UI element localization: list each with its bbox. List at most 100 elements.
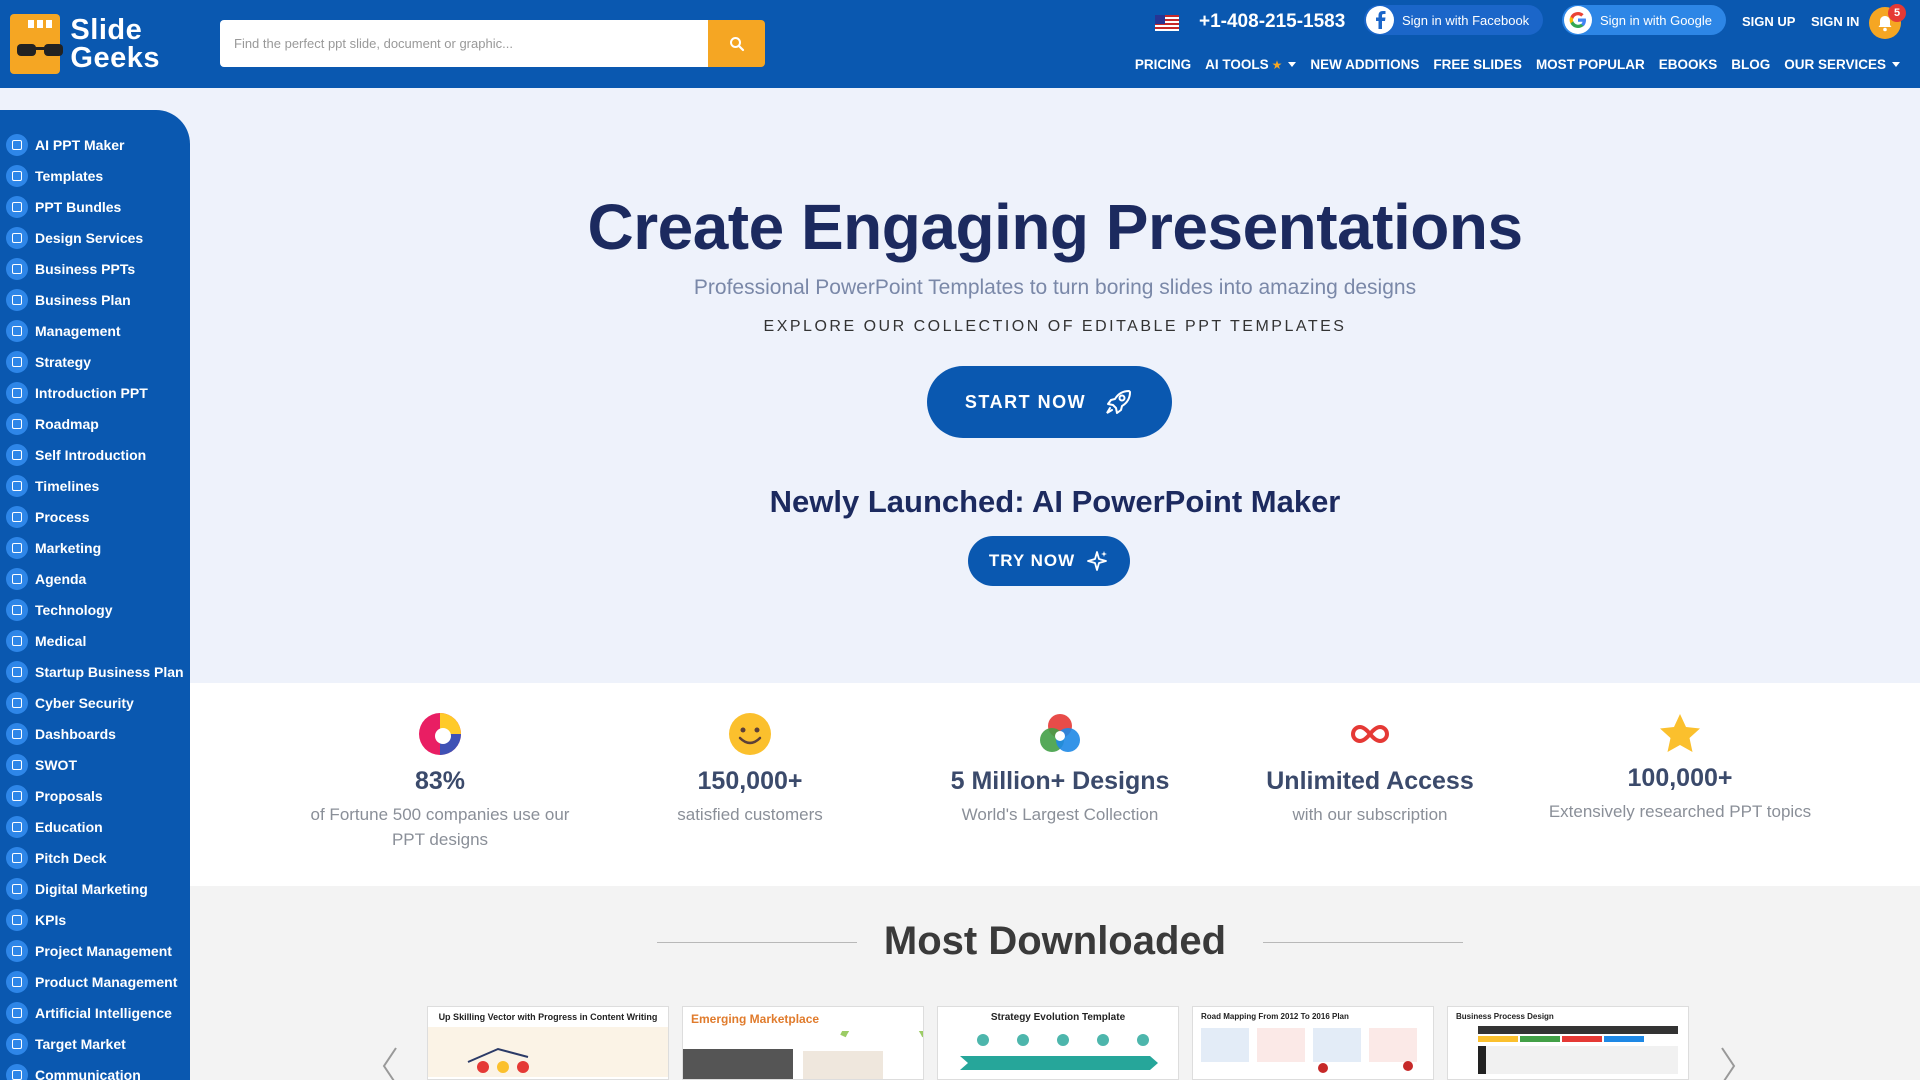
search-icon [729,36,744,51]
sidebar-item-label: Business PPTs [35,260,136,277]
site-logo[interactable]: Slide Geeks [10,12,160,76]
category-icon [6,474,28,497]
template-card[interactable]: Road Mapping From 2012 To 2016 Plan [1192,1006,1434,1080]
nav-free-slides[interactable]: FREE SLIDES [1433,57,1522,72]
template-thumbnail [1193,1026,1433,1076]
sidebar-item-label: Target Market [35,1035,126,1052]
sidebar-item[interactable]: Cyber Security [0,687,190,718]
category-icon [6,815,28,838]
category-icon [6,164,28,187]
sidebar-item-label: Proposals [35,787,103,804]
sidebar-item-label: Design Services [35,229,144,246]
sidebar-item-label: KPIs [35,911,67,928]
category-icon [6,412,28,435]
logo-mark [10,14,63,74]
stat-customers: 150,000+ satisfied customers [605,711,895,827]
sidebar-item[interactable]: Pitch Deck [0,842,190,873]
nav-blog[interactable]: BLOG [1731,57,1770,72]
star-icon: ★ [1271,57,1283,72]
signup-link[interactable]: SIGN UP [1742,14,1795,29]
sidebar-item[interactable]: Business PPTs [0,253,190,284]
template-thumbnail [938,1028,1178,1078]
search-button[interactable] [708,20,765,67]
google-icon [1564,6,1592,34]
sidebar-item[interactable]: Education [0,811,190,842]
nav-pricing[interactable]: PRICING [1135,57,1191,72]
sidebar-item[interactable]: Design Services [0,222,190,253]
sidebar-item[interactable]: PPT Bundles [0,191,190,222]
phone-number[interactable]: +1-408-215-1583 [1199,11,1345,33]
try-now-button[interactable]: TRY NOW [968,536,1130,586]
search-bar [220,20,765,67]
sidebar-item[interactable]: Agenda [0,563,190,594]
chevron-right-icon[interactable] [1718,1046,1738,1080]
chevron-left-icon[interactable] [380,1046,400,1080]
nav-our-services[interactable]: OUR SERVICES [1784,57,1900,72]
signin-link[interactable]: SIGN IN [1811,14,1859,29]
template-card[interactable]: Up Skilling Vector with Progress in Cont… [427,1006,669,1080]
sidebar-item[interactable]: Self Introduction [0,439,190,470]
category-icon [6,598,28,621]
sidebar-item[interactable]: Product Management [0,966,190,997]
category-icon [6,629,28,652]
facebook-icon [1366,6,1394,34]
sidebar-item-label: Introduction PPT [35,384,148,401]
search-input[interactable] [220,20,708,67]
sidebar-item-label: Business Plan [35,291,131,308]
sidebar-item[interactable]: Medical [0,625,190,656]
nav-new-additions[interactable]: NEW ADDITIONS [1310,57,1419,72]
nav-most-popular[interactable]: MOST POPULAR [1536,57,1645,72]
section-title: Most Downloaded [883,919,1227,963]
stats-band: 83% of Fortune 500 companies use our PPT… [190,683,1920,886]
category-icon [6,319,28,342]
sidebar-item-label: Marketing [35,539,102,556]
sidebar-item[interactable]: Roadmap [0,408,190,439]
template-card[interactable]: Strategy Evolution Template [937,1006,1179,1080]
sidebar-item[interactable]: Startup Business Plan [0,656,190,687]
chevron-down-icon [1288,62,1297,67]
start-now-button[interactable]: START NOW [927,366,1172,438]
google-signin-button[interactable]: Sign in with Google [1562,5,1727,35]
sidebar-item[interactable]: Marketing [0,532,190,563]
sidebar-item[interactable]: Process [0,501,190,532]
sidebar-item[interactable]: AI PPT Maker [0,129,190,160]
category-icon [6,784,28,807]
sidebar-item[interactable]: Introduction PPT [0,377,190,408]
template-card[interactable]: Business Process Design [1447,1006,1689,1080]
category-icon [6,939,28,962]
sidebar-item[interactable]: Technology [0,594,190,625]
sidebar-item[interactable]: Templates [0,160,190,191]
sidebar-item[interactable]: Management [0,315,190,346]
sidebar-item[interactable]: Proposals [0,780,190,811]
logo-text: Slide Geeks [70,14,160,74]
nav-ai-tools[interactable]: AI TOOLS ★ [1205,57,1297,72]
glasses-icon [17,44,63,56]
sidebar-item[interactable]: Communication [0,1059,190,1080]
hero-subtitle: Professional PowerPoint Templates to tur… [693,276,1417,299]
stat-designs: 5 Million+ Designs World's Largest Colle… [915,711,1205,827]
sidebar-item[interactable]: SWOT [0,749,190,780]
sidebar-item[interactable]: Business Plan [0,284,190,315]
sidebar-item-label: Self Introduction [35,446,147,463]
nav-ebooks[interactable]: EBOOKS [1659,57,1718,72]
sidebar-item-label: Management [35,322,121,339]
category-icon [6,381,28,404]
sidebar-item[interactable]: Dashboards [0,718,190,749]
template-thumbnail [428,1027,668,1077]
ai-maker-heading: Newly Launched: AI PowerPoint Maker [769,484,1341,519]
facebook-signin-button[interactable]: Sign in with Facebook [1364,5,1544,35]
sidebar-item[interactable]: KPIs [0,904,190,935]
sidebar-item[interactable]: Target Market [0,1028,190,1059]
sidebar-item[interactable]: Project Management [0,935,190,966]
us-flag-icon [1155,15,1179,31]
sidebar-item-label: Templates [35,167,104,184]
infinity-icon [1347,711,1393,757]
sidebar-item-label: Project Management [35,942,172,959]
template-card[interactable]: Emerging Marketplace [682,1006,924,1080]
sidebar-item[interactable]: Timelines [0,470,190,501]
notification-bell[interactable]: 5 [1869,4,1906,39]
sidebar-item[interactable]: Digital Marketing [0,873,190,904]
category-icon [6,443,28,466]
sidebar-item[interactable]: Strategy [0,346,190,377]
sidebar-item[interactable]: Artificial Intelligence [0,997,190,1028]
